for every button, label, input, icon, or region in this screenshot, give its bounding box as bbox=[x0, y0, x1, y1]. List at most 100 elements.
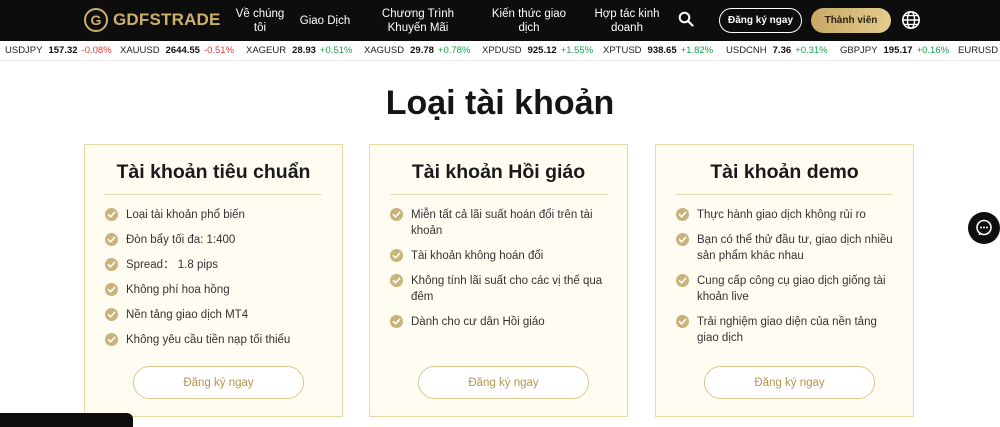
ticker-item[interactable]: XAGEUR 28.93 +0.51% bbox=[246, 45, 352, 56]
card-title: Tài khoản tiêu chuẩn bbox=[116, 161, 311, 183]
card-divider bbox=[105, 194, 322, 195]
ticker-change: +1.82% bbox=[680, 45, 714, 56]
ticker-price: 938.65 bbox=[647, 45, 677, 56]
check-circle-icon bbox=[105, 233, 118, 246]
ticker-change: +0.16% bbox=[916, 45, 950, 56]
register-standard-button[interactable]: Đăng ký ngay bbox=[133, 366, 304, 399]
ticker-price: 28.93 bbox=[292, 45, 316, 56]
ticker-symbol: XAUUSD bbox=[120, 45, 160, 56]
ticker-change: +0.31% bbox=[795, 45, 828, 56]
ticker-item[interactable]: USDJPY 157.32 -0.08% bbox=[5, 45, 112, 56]
feature-text: Cung cấp công cụ giao dịch giống tài kho… bbox=[697, 275, 886, 303]
ticker-item[interactable]: XAUUSD 2644.55 -0.51% bbox=[120, 45, 234, 56]
feature-text: Loại tài khoản phổ biến bbox=[126, 209, 245, 221]
ticker-symbol: XAGEUR bbox=[246, 45, 287, 56]
feature-text: Nền tảng giao dịch MT4 bbox=[126, 309, 249, 321]
ticker-change: +0.51% bbox=[319, 45, 353, 56]
ticker-symbol: XPDUSD bbox=[482, 45, 522, 56]
feature-item: Trải nghiệm giao diện của nền tảng giao … bbox=[676, 314, 901, 346]
nav-trading-knowledge[interactable]: Kiến thức giao dịch bbox=[488, 0, 570, 41]
feature-text: Đòn bẩy tối đa: 1:400 bbox=[126, 234, 236, 246]
feature-item: Loại tài khoản phổ biến bbox=[105, 207, 330, 223]
check-circle-icon bbox=[676, 233, 689, 246]
ticker-item[interactable]: EURUSD bbox=[958, 45, 1000, 56]
feature-text: Không yêu cầu tiền nạp tối thiểu bbox=[126, 334, 291, 346]
ticker-change: -0.08% bbox=[81, 45, 112, 56]
feature-item: Đòn bẩy tối đa: 1:400 bbox=[105, 232, 330, 248]
bottom-floating-bar[interactable] bbox=[0, 413, 133, 427]
account-card-islamic: Tài khoản Hồi giáo Miễn tất cả lãi suất … bbox=[369, 144, 628, 417]
brand-logo[interactable]: G GDFSTRADE bbox=[84, 8, 221, 32]
card-title: Tài khoản Hồi giáo bbox=[411, 161, 586, 183]
ticker-price: 2644.55 bbox=[165, 45, 200, 56]
logo-text: GDFSTRADE bbox=[113, 10, 221, 29]
ticker-symbol: EURUSD bbox=[958, 45, 999, 56]
feature-item: Không tính lãi suất cho các vị thế qua đ… bbox=[390, 273, 615, 305]
check-circle-icon bbox=[105, 208, 118, 221]
ticker-item[interactable]: USDCNH 7.36 +0.31% bbox=[726, 45, 828, 56]
ticker-symbol: USDCNH bbox=[726, 45, 767, 56]
check-circle-icon bbox=[676, 315, 689, 328]
feature-list: Loại tài khoản phổ biến Đòn bẩy tối đa: … bbox=[105, 207, 330, 357]
search-icon[interactable] bbox=[678, 11, 694, 27]
logo-mark-icon: G bbox=[84, 8, 108, 32]
ticker-item[interactable]: XPTUSD 938.65 +1.82% bbox=[603, 45, 713, 56]
feature-item: Miễn tất cả lãi suất hoán đổi trên tài k… bbox=[390, 207, 615, 239]
nav-about-us[interactable]: Về chúng tôi bbox=[231, 0, 289, 41]
feature-list: Thực hành giao dịch không rủi ro Bạn có … bbox=[676, 207, 901, 355]
feature-text: Dành cho cư dân Hồi giáo bbox=[411, 316, 545, 328]
feature-item: Dành cho cư dân Hồi giáo bbox=[390, 314, 615, 330]
register-button[interactable]: Đăng ký ngay bbox=[719, 8, 802, 33]
feature-item: Tài khoản không hoán đổi bbox=[390, 248, 615, 264]
ticker-price: 157.32 bbox=[48, 45, 78, 56]
ticker-price: 195.17 bbox=[883, 45, 913, 56]
feature-item: Cung cấp công cụ giao dịch giống tài kho… bbox=[676, 273, 901, 305]
chat-bubble-icon bbox=[976, 219, 992, 236]
nav-promotions[interactable]: Chương Trình Khuyến Mãi bbox=[363, 0, 473, 41]
check-circle-icon bbox=[676, 274, 689, 287]
feature-item: Không phí hoa hồng bbox=[105, 282, 330, 298]
card-divider bbox=[676, 194, 893, 195]
account-card-standard: Tài khoản tiêu chuẩn Loại tài khoản phổ … bbox=[84, 144, 343, 417]
top-nav-bar: G GDFSTRADE Về chúng tôi Giao Dịch Chươn… bbox=[0, 0, 1000, 41]
register-islamic-button[interactable]: Đăng ký ngay bbox=[418, 366, 589, 399]
check-circle-icon bbox=[676, 208, 689, 221]
member-button[interactable]: Thành viên bbox=[811, 8, 891, 33]
ticker-symbol: XAGUSD bbox=[364, 45, 405, 56]
ticker-item[interactable]: XPDUSD 925.12 +1.55% bbox=[482, 45, 593, 56]
account-card-demo: Tài khoản demo Thực hành giao dịch không… bbox=[655, 144, 914, 417]
feature-text: Tài khoản không hoán đổi bbox=[411, 250, 544, 262]
register-demo-button[interactable]: Đăng ký ngay bbox=[704, 366, 875, 399]
chat-widget-button[interactable] bbox=[968, 212, 1000, 244]
feature-item: Không yêu cầu tiền nạp tối thiểu bbox=[105, 332, 330, 348]
feature-item: Bạn có thể thử đầu tư, giao dịch nhiều s… bbox=[676, 232, 901, 264]
check-circle-icon bbox=[105, 308, 118, 321]
globe-icon[interactable] bbox=[901, 10, 921, 30]
nav-trading[interactable]: Giao Dịch bbox=[296, 0, 354, 41]
nav-partnership[interactable]: Hợp tác kinh doanh bbox=[588, 0, 666, 41]
ticker-item[interactable]: GBPJPY 195.17 +0.16% bbox=[840, 45, 949, 56]
ticker-change: -0.51% bbox=[203, 45, 235, 56]
feature-text: Thực hành giao dịch không rủi ro bbox=[697, 209, 866, 221]
feature-list: Miễn tất cả lãi suất hoán đổi trên tài k… bbox=[390, 207, 615, 339]
check-circle-icon bbox=[390, 249, 403, 262]
ticker-symbol: XPTUSD bbox=[603, 45, 642, 56]
check-circle-icon bbox=[390, 208, 403, 221]
feature-item: Thực hành giao dịch không rủi ro bbox=[676, 207, 901, 223]
check-circle-icon bbox=[390, 315, 403, 328]
ticker-price: 7.36 bbox=[772, 45, 792, 56]
check-circle-icon bbox=[105, 258, 118, 271]
ticker-price: 29.78 bbox=[410, 45, 434, 56]
ticker-item[interactable]: XAGUSD 29.78 +0.78% bbox=[364, 45, 470, 56]
feature-text: Trải nghiệm giao diện của nền tảng giao … bbox=[697, 316, 877, 344]
ticker-change: +0.78% bbox=[437, 45, 471, 56]
feature-text: Không tính lãi suất cho các vị thế qua đ… bbox=[411, 275, 603, 303]
check-circle-icon bbox=[105, 283, 118, 296]
check-circle-icon bbox=[105, 333, 118, 346]
feature-item: Spread： 1.8 pips bbox=[105, 257, 330, 273]
card-divider bbox=[390, 194, 607, 195]
ticker-symbol: GBPJPY bbox=[840, 45, 878, 56]
ticker-price: 925.12 bbox=[527, 45, 557, 56]
feature-item: Nền tảng giao dịch MT4 bbox=[105, 307, 330, 323]
page-title: Loại tài khoản bbox=[385, 84, 615, 122]
